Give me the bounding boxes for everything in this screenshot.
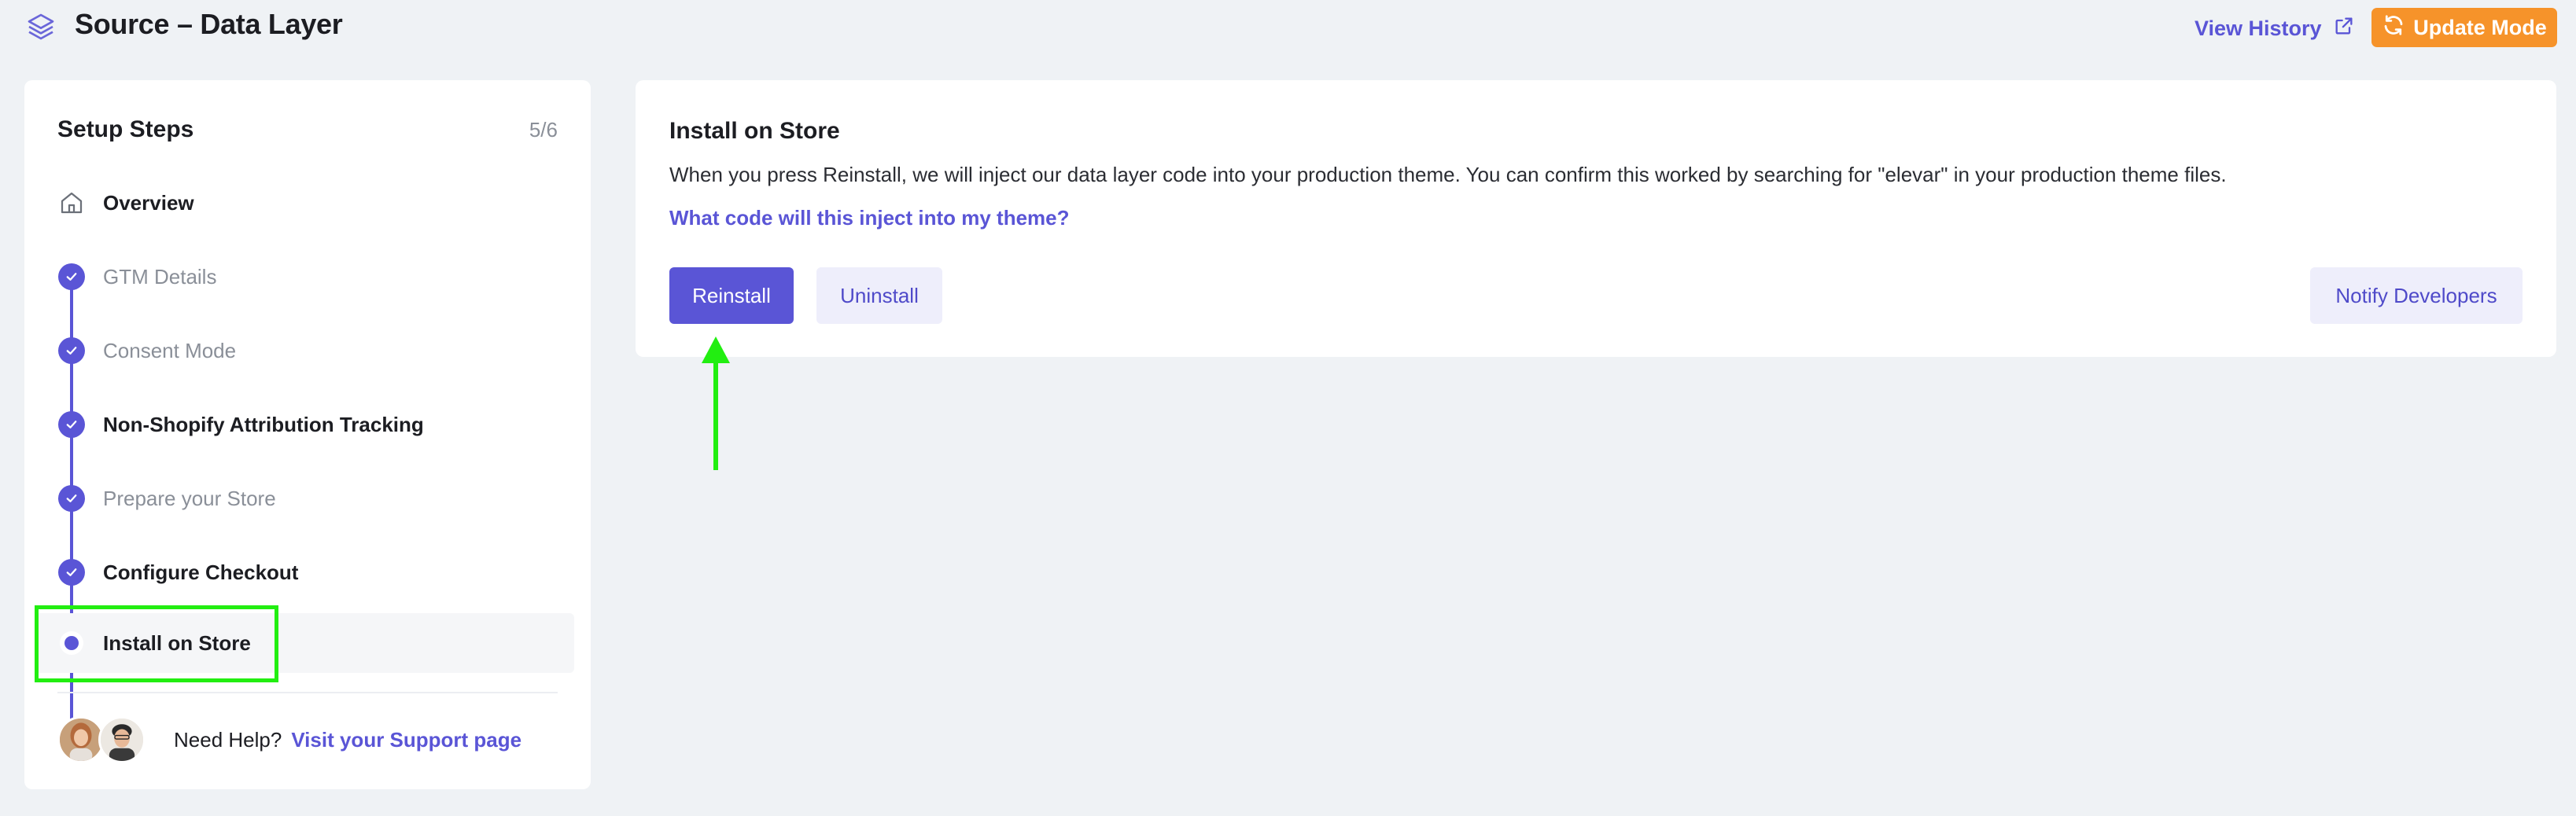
view-history-label: View History [2195, 16, 2322, 40]
step-label: Overview [103, 190, 194, 215]
home-icon [57, 189, 86, 217]
reinstall-button[interactable]: Reinstall [669, 267, 794, 324]
inject-code-link[interactable]: What code will this inject into my theme… [669, 206, 1070, 230]
header: Source – Data Layer View History Update … [0, 0, 2576, 55]
page-title: Source – Data Layer [75, 8, 343, 40]
card-description: When you press Reinstall, we will inject… [669, 163, 2227, 186]
help-text: Need Help? [174, 727, 282, 752]
step-label: Non-Shopify Attribution Tracking [103, 412, 424, 436]
avatar [98, 716, 146, 763]
support-page-link[interactable]: Visit your Support page [291, 728, 521, 752]
install-card: Install on Store When you press Reinstal… [636, 80, 2556, 357]
card-title: Install on Store [669, 118, 840, 144]
step-non-shopify-attribution[interactable]: Non-Shopify Attribution Tracking [24, 395, 591, 454]
step-label: Prepare your Store [103, 486, 276, 510]
step-label: Configure Checkout [103, 560, 299, 584]
check-icon [58, 559, 85, 586]
divider [57, 692, 558, 693]
step-prepare-store[interactable]: Prepare your Store [24, 469, 591, 528]
update-mode-button[interactable]: Update Mode [2371, 8, 2557, 47]
refresh-icon [2382, 13, 2405, 42]
avatar [57, 716, 105, 763]
step-configure-checkout[interactable]: Configure Checkout [24, 542, 591, 602]
arrow-up-annotation-icon [700, 336, 732, 470]
step-label: GTM Details [103, 264, 217, 289]
check-icon [58, 263, 85, 290]
notify-developers-button[interactable]: Notify Developers [2310, 267, 2523, 324]
page: Source – Data Layer View History Update … [0, 0, 2576, 816]
uninstall-button[interactable]: Uninstall [816, 267, 942, 324]
help-row: Need Help? Visit your Support page [57, 712, 521, 767]
check-icon [58, 485, 85, 512]
step-label: Consent Mode [103, 338, 237, 362]
check-icon [58, 411, 85, 438]
layers-icon [25, 11, 57, 42]
update-mode-label: Update Mode [2413, 15, 2547, 39]
step-gtm-details[interactable]: GTM Details [24, 247, 591, 307]
step-consent-mode[interactable]: Consent Mode [24, 321, 591, 380]
steps-list: Overview GTM Details Consent Mode Non-Sh… [24, 80, 591, 722]
view-history-link[interactable]: View History [2195, 13, 2355, 44]
support-avatars [57, 715, 150, 765]
check-icon [58, 337, 85, 364]
highlight-annotation [35, 605, 278, 682]
external-link-icon [2333, 15, 2355, 42]
step-overview[interactable]: Overview [24, 173, 591, 233]
setup-steps-panel: Setup Steps 5/6 Overview GTM Details Con… [24, 80, 591, 789]
